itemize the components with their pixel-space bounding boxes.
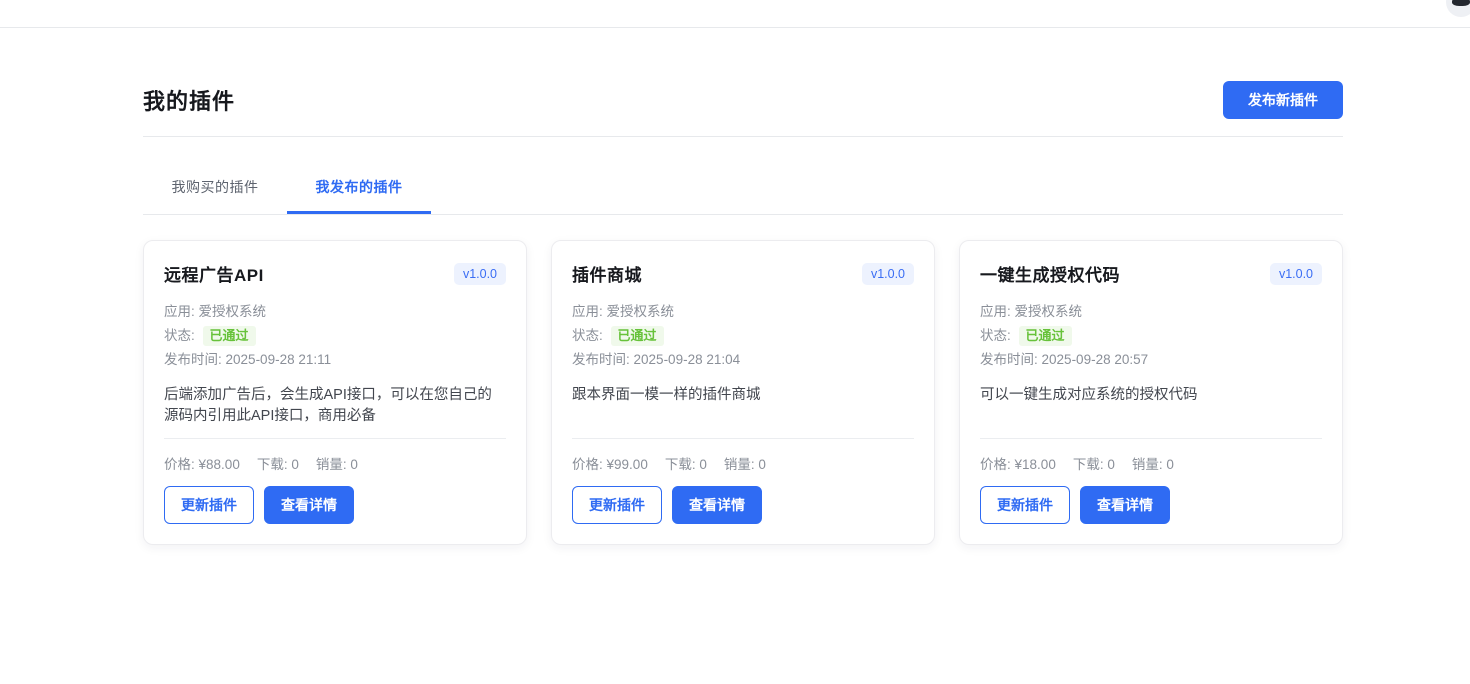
plugin-description: 跟本界面一模一样的插件商城 — [572, 385, 914, 427]
plugin-card-grid: 远程广告API v1.0.0 应用: 爱授权系统 状态: 已通过 发布时间: 2… — [143, 240, 1343, 545]
plugin-card: 插件商城 v1.0.0 应用: 爱授权系统 状态: 已通过 发布时间: 2025… — [551, 240, 935, 545]
plugin-card: 一键生成授权代码 v1.0.0 应用: 爱授权系统 状态: 已通过 发布时间: … — [959, 240, 1343, 545]
plugin-meta: 应用: 爱授权系统 状态: 已通过 发布时间: 2025-09-28 20:57 — [980, 300, 1322, 372]
publish-time-line: 发布时间: 2025-09-28 20:57 — [980, 348, 1322, 372]
card-actions: 更新插件 查看详情 — [980, 486, 1322, 524]
card-footer: 价格: ¥88.00 下载: 0 销量: 0 更新插件 查看详情 — [164, 438, 506, 524]
price-label: 价格: — [164, 457, 195, 472]
app-value: 爱授权系统 — [199, 304, 267, 319]
update-plugin-button[interactable]: 更新插件 — [164, 486, 254, 524]
plugin-title: 一键生成授权代码 — [980, 261, 1120, 286]
app-line: 应用: 爱授权系统 — [164, 300, 506, 324]
tab-bar: 我购买的插件 我发布的插件 — [143, 161, 1343, 215]
view-details-button[interactable]: 查看详情 — [672, 486, 762, 524]
plugin-title: 远程广告API — [164, 261, 264, 286]
card-actions: 更新插件 查看详情 — [572, 486, 914, 524]
price-stat: 价格: ¥88.00 — [164, 453, 240, 473]
downloads-value: 0 — [699, 457, 707, 472]
app-line: 应用: 爱授权系统 — [980, 300, 1322, 324]
status-label: 状态: — [980, 328, 1011, 343]
tab-published-plugins[interactable]: 我发布的插件 — [287, 161, 431, 214]
publish-new-plugin-button[interactable]: 发布新插件 — [1223, 81, 1343, 119]
page-header: 我的插件 发布新插件 — [143, 81, 1343, 137]
status-line: 状态: 已通过 — [164, 324, 506, 348]
status-line: 状态: 已通过 — [572, 324, 914, 348]
price-value: ¥18.00 — [1015, 457, 1056, 472]
status-badge: 已通过 — [611, 326, 664, 346]
plugin-description: 可以一键生成对应系统的授权代码 — [980, 385, 1322, 427]
plugin-stats: 价格: ¥88.00 下载: 0 销量: 0 — [164, 439, 506, 486]
price-label: 价格: — [980, 457, 1011, 472]
card-footer: 价格: ¥18.00 下载: 0 销量: 0 更新插件 查看详情 — [980, 438, 1322, 524]
publish-time-value: 2025-09-28 20:57 — [1042, 352, 1149, 367]
publish-time-value: 2025-09-28 21:11 — [226, 352, 332, 367]
app-label: 应用: — [572, 304, 603, 319]
plugin-stats: 价格: ¥99.00 下载: 0 销量: 0 — [572, 439, 914, 486]
app-value: 爱授权系统 — [607, 304, 675, 319]
price-value: ¥88.00 — [199, 457, 240, 472]
plugin-title: 插件商城 — [572, 261, 642, 286]
publish-time-value: 2025-09-28 21:04 — [634, 352, 741, 367]
sales-value: 0 — [350, 457, 358, 472]
version-badge: v1.0.0 — [1270, 263, 1322, 285]
sales-label: 销量: — [724, 457, 755, 472]
sales-stat: 销量: 0 — [724, 453, 766, 473]
downloads-label: 下载: — [665, 457, 696, 472]
plugin-description: 后端添加广告后，会生成API接口，可以在您自己的源码内引用此API接口，商用必备 — [164, 385, 506, 427]
update-plugin-button[interactable]: 更新插件 — [572, 486, 662, 524]
plugin-meta: 应用: 爱授权系统 状态: 已通过 发布时间: 2025-09-28 21:11 — [164, 300, 506, 372]
downloads-value: 0 — [291, 457, 299, 472]
price-stat: 价格: ¥99.00 — [572, 453, 648, 473]
page-title: 我的插件 — [143, 84, 235, 116]
downloads-label: 下载: — [257, 457, 288, 472]
card-header: 远程广告API v1.0.0 — [164, 261, 506, 286]
view-details-button[interactable]: 查看详情 — [1080, 486, 1170, 524]
app-value: 爱授权系统 — [1015, 304, 1083, 319]
downloads-stat: 下载: 0 — [257, 453, 299, 473]
publish-time-line: 发布时间: 2025-09-28 21:04 — [572, 348, 914, 372]
plugin-meta: 应用: 爱授权系统 状态: 已通过 发布时间: 2025-09-28 21:04 — [572, 300, 914, 372]
card-actions: 更新插件 查看详情 — [164, 486, 506, 524]
user-avatar-icon — [1452, 0, 1470, 6]
update-plugin-button[interactable]: 更新插件 — [980, 486, 1070, 524]
downloads-value: 0 — [1107, 457, 1115, 472]
app-label: 应用: — [980, 304, 1011, 319]
view-details-button[interactable]: 查看详情 — [264, 486, 354, 524]
tab-purchased-plugins[interactable]: 我购买的插件 — [143, 161, 287, 214]
downloads-label: 下载: — [1073, 457, 1104, 472]
downloads-stat: 下载: 0 — [665, 453, 707, 473]
sales-stat: 销量: 0 — [1132, 453, 1174, 473]
card-footer: 价格: ¥99.00 下载: 0 销量: 0 更新插件 查看详情 — [572, 438, 914, 524]
app-line: 应用: 爱授权系统 — [572, 300, 914, 324]
status-line: 状态: 已通过 — [980, 324, 1322, 348]
publish-time-line: 发布时间: 2025-09-28 21:11 — [164, 348, 506, 372]
version-badge: v1.0.0 — [862, 263, 914, 285]
plugin-card: 远程广告API v1.0.0 应用: 爱授权系统 状态: 已通过 发布时间: 2… — [143, 240, 527, 545]
price-value: ¥99.00 — [607, 457, 648, 472]
version-badge: v1.0.0 — [454, 263, 506, 285]
main-content: 我的插件 发布新插件 我购买的插件 我发布的插件 远程广告API v1.0.0 … — [143, 81, 1343, 545]
sales-label: 销量: — [316, 457, 347, 472]
status-label: 状态: — [164, 328, 195, 343]
sales-stat: 销量: 0 — [316, 453, 358, 473]
price-label: 价格: — [572, 457, 603, 472]
sales-value: 0 — [758, 457, 766, 472]
status-badge: 已通过 — [203, 326, 256, 346]
plugin-stats: 价格: ¥18.00 下载: 0 销量: 0 — [980, 439, 1322, 486]
status-label: 状态: — [572, 328, 603, 343]
publish-time-label: 发布时间: — [572, 352, 630, 367]
sales-value: 0 — [1166, 457, 1174, 472]
app-label: 应用: — [164, 304, 195, 319]
sales-label: 销量: — [1132, 457, 1163, 472]
publish-time-label: 发布时间: — [980, 352, 1038, 367]
top-navbar — [0, 0, 1470, 28]
card-header: 插件商城 v1.0.0 — [572, 261, 914, 286]
publish-time-label: 发布时间: — [164, 352, 222, 367]
price-stat: 价格: ¥18.00 — [980, 453, 1056, 473]
status-badge: 已通过 — [1019, 326, 1072, 346]
card-header: 一键生成授权代码 v1.0.0 — [980, 261, 1322, 286]
downloads-stat: 下载: 0 — [1073, 453, 1115, 473]
user-avatar[interactable] — [1446, 0, 1470, 17]
